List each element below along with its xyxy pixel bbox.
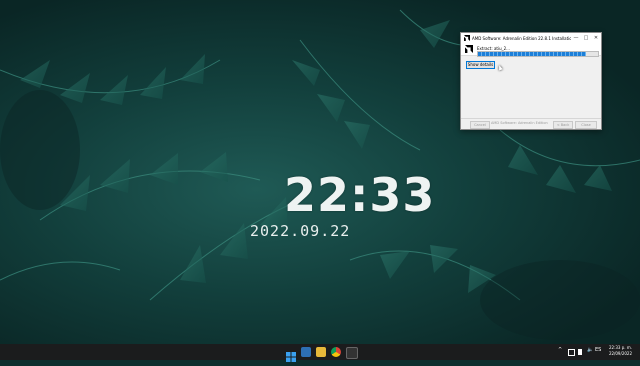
- widgets-icon[interactable]: [301, 347, 311, 357]
- tray-chevron-icon[interactable]: ^: [558, 347, 562, 353]
- dialog-titlebar[interactable]: AMD Software: Adrenalin Edition 22.8.1 I…: [461, 33, 601, 43]
- desktop-clock: 22:33: [284, 168, 436, 222]
- back-button[interactable]: < Back: [553, 121, 573, 129]
- progress-bar: [477, 51, 599, 57]
- close-window-button[interactable]: ✕: [591, 33, 601, 43]
- installer-dialog: AMD Software: Adrenalin Edition 22.8.1 I…: [460, 32, 602, 130]
- taskbar-date: 22/09/2022: [608, 351, 632, 356]
- cancel-button[interactable]: Cancel: [470, 121, 490, 129]
- footer-brand: AMD Software: Adrenalin Edition: [491, 121, 548, 125]
- amd-logo-icon: [463, 35, 470, 42]
- minimize-button[interactable]: —: [571, 33, 581, 43]
- taskbar-clock[interactable]: 22:33 p. m. 22/09/2022: [609, 345, 632, 357]
- start-icon[interactable]: [286, 347, 296, 362]
- taskbar: ^ 🔈 ES 22:33 p. m. 22/09/2022: [0, 344, 640, 362]
- media-icon[interactable]: [346, 347, 358, 359]
- battery-icon[interactable]: [578, 349, 582, 355]
- explorer-icon[interactable]: [316, 347, 326, 357]
- volume-icon[interactable]: 🔈: [587, 347, 593, 353]
- tray-app-icon[interactable]: [568, 349, 575, 356]
- amd-header-logo-icon: [465, 45, 473, 53]
- progress-fill: [478, 52, 586, 56]
- close-button[interactable]: Close: [575, 121, 597, 129]
- mouse-cursor-icon: [497, 64, 503, 71]
- show-details-button[interactable]: Show details: [466, 61, 495, 69]
- desktop-date: 2022.09.22: [250, 222, 351, 240]
- language-indicator[interactable]: ES: [595, 347, 601, 353]
- dialog-title: AMD Software: Adrenalin Edition 22.8.1 I…: [472, 35, 571, 41]
- maximize-button[interactable]: □: [581, 33, 591, 43]
- chrome-icon[interactable]: [331, 347, 341, 357]
- dialog-footer: AMD Software: Adrenalin Edition Cancel <…: [461, 118, 601, 129]
